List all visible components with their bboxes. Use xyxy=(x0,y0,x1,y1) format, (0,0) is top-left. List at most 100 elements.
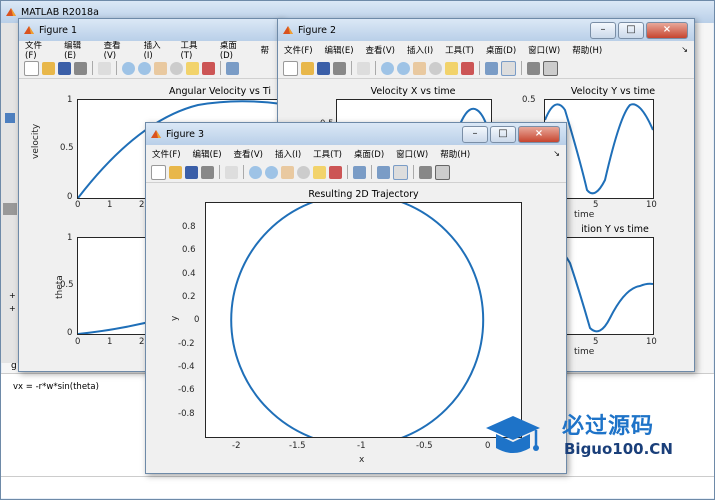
menu-window[interactable]: 窗口(W) xyxy=(396,148,428,160)
menu-insert[interactable]: 插入(I) xyxy=(275,148,301,160)
zoom-out-icon[interactable] xyxy=(265,165,278,179)
zoom-in-icon[interactable] xyxy=(381,61,394,75)
hide-tools-icon[interactable] xyxy=(419,165,432,179)
menu-tools[interactable]: 工具(T) xyxy=(445,44,474,56)
menubar-dock-arrow-icon[interactable]: ↘ xyxy=(681,45,688,54)
menu-help[interactable]: 帮助(H) xyxy=(440,148,470,160)
brush-icon[interactable] xyxy=(202,61,215,75)
xtick: 5 xyxy=(593,200,599,210)
pan-icon[interactable] xyxy=(154,61,167,75)
colorbar-icon[interactable] xyxy=(485,61,498,75)
menu-file[interactable]: 文件(F) xyxy=(152,148,181,160)
menu-edit[interactable]: 编辑(E) xyxy=(64,39,92,61)
menu-view[interactable]: 查看(V) xyxy=(104,39,132,61)
pointer-icon[interactable] xyxy=(98,61,111,75)
dock-icon[interactable] xyxy=(543,60,558,76)
watermark-cn: 必过源码 xyxy=(562,414,655,439)
legend-icon[interactable] xyxy=(393,164,408,180)
pan-icon[interactable] xyxy=(413,61,426,75)
menu-view[interactable]: 查看(V) xyxy=(234,148,263,160)
legend-icon[interactable] xyxy=(501,60,516,76)
minimize-button[interactable]: – xyxy=(462,126,488,143)
pointer-icon[interactable] xyxy=(225,165,238,179)
maximize-button[interactable]: □ xyxy=(618,22,644,39)
new-file-icon[interactable] xyxy=(24,60,39,76)
toolbar-separator xyxy=(375,61,376,75)
open-folder-icon[interactable] xyxy=(42,61,55,75)
zoom-out-icon[interactable] xyxy=(397,61,410,75)
menu-edit[interactable]: 编辑(E) xyxy=(325,44,354,56)
toolbar-separator xyxy=(219,165,220,179)
zoom-out-icon[interactable] xyxy=(138,61,151,75)
close-button[interactable]: × xyxy=(646,22,688,39)
rotate-icon[interactable] xyxy=(170,61,183,75)
figure-2-title-bar[interactable]: Figure 2 – □ × xyxy=(278,19,694,41)
expand-icon[interactable]: + xyxy=(9,291,16,300)
print-icon[interactable] xyxy=(74,61,87,75)
position-y-xlabel: time xyxy=(574,347,595,357)
zoom-in-icon[interactable] xyxy=(249,165,262,179)
menu-file[interactable]: 文件(F) xyxy=(284,44,313,56)
link-plot-icon[interactable] xyxy=(226,61,239,75)
menu-tools[interactable]: 工具(T) xyxy=(180,39,207,61)
print-icon[interactable] xyxy=(201,165,214,179)
ytick: 0 xyxy=(194,315,200,325)
figure-3-toolbar xyxy=(146,162,566,183)
close-button[interactable]: × xyxy=(518,126,560,143)
data-cursor-icon[interactable] xyxy=(445,61,458,75)
open-folder-icon[interactable] xyxy=(169,165,182,179)
zoom-in-icon[interactable] xyxy=(122,61,135,75)
menu-insert[interactable]: 插入(I) xyxy=(144,39,169,61)
toolbar-separator xyxy=(243,165,244,179)
hide-tools-icon[interactable] xyxy=(527,61,540,75)
menu-file[interactable]: 文件(F) xyxy=(25,39,52,61)
menu-desktop[interactable]: 桌面(D) xyxy=(354,148,384,160)
figure-1-title-bar[interactable]: Figure 1 xyxy=(19,19,281,41)
save-icon[interactable] xyxy=(317,61,330,75)
menu-view[interactable]: 查看(V) xyxy=(366,44,395,56)
pan-icon[interactable] xyxy=(281,165,294,179)
menu-desktop[interactable]: 桌面(D) xyxy=(220,39,249,61)
menubar-dock-arrow-icon[interactable]: ↘ xyxy=(553,149,560,158)
link-plot-icon[interactable] xyxy=(353,165,366,179)
trajectory-title: Resulting 2D Trajectory xyxy=(308,189,419,200)
rotate-icon[interactable] xyxy=(297,165,310,179)
brush-icon[interactable] xyxy=(461,61,474,75)
open-folder-icon[interactable] xyxy=(301,61,314,75)
matlab-left-panel: + + g xyxy=(1,23,19,371)
menu-help[interactable]: 帮助(H) xyxy=(572,44,602,56)
expand-icon[interactable]: + xyxy=(9,304,16,313)
command-text: vx = -r*w*sin(theta) xyxy=(13,382,99,392)
save-icon[interactable] xyxy=(58,61,71,75)
new-file-icon[interactable] xyxy=(151,164,166,180)
rotate-icon[interactable] xyxy=(429,61,442,75)
save-icon[interactable] xyxy=(185,165,198,179)
ytick: 0 xyxy=(67,192,73,202)
xtick: -1 xyxy=(357,441,366,451)
minimize-button[interactable]: – xyxy=(590,22,616,39)
figure-3-title-bar[interactable]: Figure 3 – □ × xyxy=(146,123,566,145)
position-y-title: ition Y vs time xyxy=(581,224,649,235)
new-file-icon[interactable] xyxy=(283,60,298,76)
menu-help-partial[interactable]: 帮 xyxy=(260,44,269,56)
menu-window[interactable]: 窗口(W) xyxy=(528,44,560,56)
matlab-logo-icon xyxy=(5,6,17,18)
figure-3-title: Figure 3 xyxy=(166,128,205,140)
window-controls: – □ × xyxy=(462,126,560,143)
trajectory-ylabel: y xyxy=(170,315,180,321)
ytick: 0.5 xyxy=(522,95,536,105)
menu-tools[interactable]: 工具(T) xyxy=(313,148,342,160)
ytick: 1 xyxy=(67,233,73,243)
menu-edit[interactable]: 编辑(E) xyxy=(193,148,222,160)
data-cursor-icon[interactable] xyxy=(313,165,326,179)
menu-insert[interactable]: 插入(I) xyxy=(407,44,433,56)
brush-icon[interactable] xyxy=(329,165,342,179)
maximize-button[interactable]: □ xyxy=(490,126,516,143)
pointer-icon[interactable] xyxy=(357,61,370,75)
print-icon[interactable] xyxy=(333,61,346,75)
colorbar-icon[interactable] xyxy=(377,165,390,179)
data-cursor-icon[interactable] xyxy=(186,61,199,75)
menu-desktop[interactable]: 桌面(D) xyxy=(486,44,516,56)
dock-icon[interactable] xyxy=(435,164,450,180)
velocity-y-title: Velocity Y vs time xyxy=(570,86,656,97)
